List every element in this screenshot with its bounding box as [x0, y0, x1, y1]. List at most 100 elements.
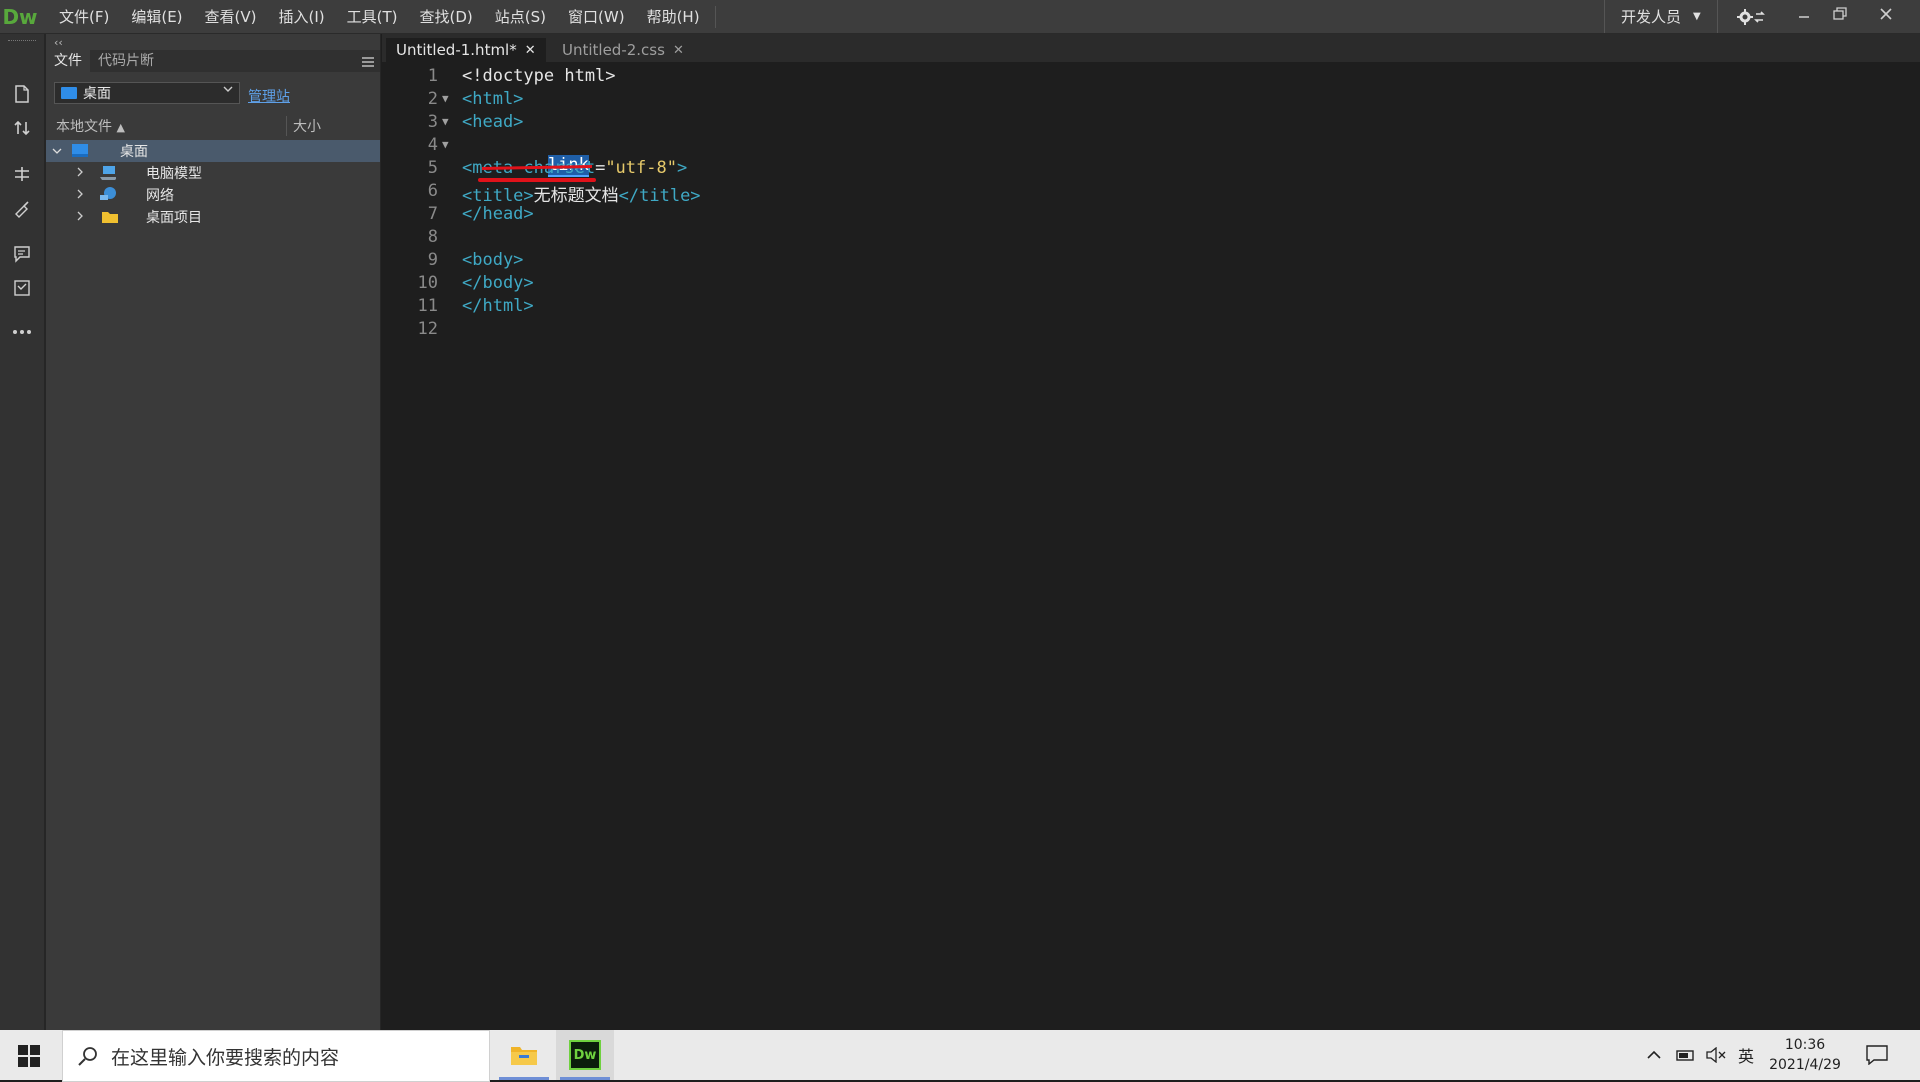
- sort-up-icon: ▲: [116, 121, 125, 134]
- tree-item-desktop-items[interactable]: 桌面项目: [46, 206, 380, 228]
- manage-sites-link[interactable]: 管理站: [248, 86, 290, 106]
- tab-snippets[interactable]: 代码片断: [90, 50, 162, 72]
- workspace-label: 开发人员: [1621, 8, 1682, 26]
- line-number: 7: [427, 204, 438, 224]
- line-number: 2: [427, 89, 438, 109]
- line-number: 5: [427, 158, 438, 178]
- dreamweaver-taskbar-icon[interactable]: Dw: [556, 1030, 614, 1080]
- code-tag-close: >: [676, 158, 688, 178]
- line-number: 1: [427, 66, 438, 86]
- collapse-icon[interactable]: ‹‹: [54, 36, 63, 49]
- transfer-icon[interactable]: [8, 114, 36, 142]
- code-line-11: </html>: [462, 296, 534, 316]
- expand-right-icon[interactable]: [76, 167, 84, 180]
- dom-tool-icon[interactable]: [8, 160, 36, 188]
- code-line-6: <title>无标题文档</title>: [462, 181, 701, 206]
- tab-label: Untitled-1.html*: [396, 41, 517, 59]
- file-explorer-icon[interactable]: [495, 1030, 553, 1080]
- code-line-10: </body>: [462, 273, 534, 293]
- expand-right-icon[interactable]: [76, 189, 84, 202]
- expand-right-icon[interactable]: [76, 211, 84, 224]
- tree-label: 桌面项目: [146, 210, 202, 226]
- menu-find[interactable]: 查找(D): [409, 6, 484, 27]
- tree-label: 电脑模型: [146, 166, 202, 182]
- expand-down-icon[interactable]: [52, 145, 62, 158]
- menu-window[interactable]: 窗口(W): [557, 6, 636, 27]
- site-select-value: 桌面: [83, 86, 111, 102]
- desktop-icon: [61, 87, 77, 99]
- new-file-icon[interactable]: [8, 80, 36, 108]
- dw-label: Dw: [569, 1040, 601, 1070]
- close-tab-icon[interactable]: ✕: [673, 43, 684, 58]
- clock[interactable]: 10:36 2021/4/29: [1769, 1030, 1841, 1080]
- menu-file[interactable]: 文件(F): [48, 6, 120, 27]
- tree-item-network[interactable]: 网络: [46, 184, 380, 206]
- review-icon[interactable]: [8, 274, 36, 302]
- line-number: 11: [417, 296, 438, 316]
- files-panel: ‹‹ 文件 代码片断 桌面 管理站 本地文件 ▲ 大小 桌面 电脑模型 网络 桌…: [46, 34, 381, 1030]
- chevron-down-icon: [223, 85, 233, 96]
- column-local-files[interactable]: 本地文件 ▲: [56, 116, 125, 136]
- windows-taskbar: 在这里输入你要搜索的内容 Dw 英 10:36 2021/4/29: [0, 1030, 1920, 1082]
- folder-icon: [102, 212, 118, 223]
- clock-date: 2021/4/29: [1769, 1057, 1841, 1073]
- tray-expand-icon[interactable]: [1646, 1030, 1662, 1080]
- windows-start-icon[interactable]: [18, 1045, 40, 1067]
- volume-muted-icon[interactable]: [1706, 1030, 1726, 1080]
- tab-untitled-2-css[interactable]: Untitled-2.css ✕: [552, 38, 694, 62]
- tree-item-computer[interactable]: 电脑模型: [46, 162, 380, 184]
- document-tabs: Untitled-1.html* ✕ Untitled-2.css ✕: [382, 34, 1920, 63]
- menu-separator: [714, 5, 716, 28]
- tab-untitled-1-html[interactable]: Untitled-1.html* ✕: [386, 38, 546, 62]
- file-column-headers: 本地文件 ▲ 大小: [46, 114, 380, 136]
- panel-grip[interactable]: [8, 40, 36, 43]
- menu-edit[interactable]: 编辑(E): [120, 6, 193, 27]
- close-window-icon[interactable]: [1868, 0, 1904, 28]
- menu-site[interactable]: 站点(S): [484, 6, 557, 27]
- line-number: 8: [427, 227, 438, 247]
- search-icon: [78, 1047, 97, 1066]
- code-equals: =: [595, 158, 606, 178]
- ime-indicator[interactable]: 英: [1738, 1030, 1754, 1080]
- minimize-icon[interactable]: [1786, 0, 1822, 28]
- column-size[interactable]: 大小: [286, 116, 321, 136]
- code-line-1: <!doctype html>: [462, 66, 616, 86]
- taskbar-search[interactable]: 在这里输入你要搜索的内容: [62, 1030, 490, 1082]
- code-line-3: <head>: [462, 112, 524, 132]
- caret-down-icon: ▼: [1693, 11, 1701, 22]
- restore-icon[interactable]: [1822, 0, 1858, 28]
- battery-icon[interactable]: [1676, 1030, 1696, 1080]
- brush-icon[interactable]: [8, 194, 36, 222]
- menu-view[interactable]: 查看(V): [194, 6, 268, 27]
- sync-settings-icon[interactable]: [1736, 0, 1766, 33]
- tab-label: Untitled-2.css: [562, 41, 665, 59]
- tab-files[interactable]: 文件: [46, 50, 90, 72]
- workspace-switcher[interactable]: 开发人员 ▼: [1604, 0, 1718, 33]
- menu-help[interactable]: 帮助(H): [636, 6, 711, 27]
- site-select[interactable]: 桌面: [54, 82, 240, 104]
- code-line-9: <body>: [462, 250, 524, 270]
- line-number: 6: [427, 181, 438, 201]
- network-icon: [100, 187, 116, 200]
- line-number: 10: [417, 273, 438, 293]
- comment-icon[interactable]: [8, 240, 36, 268]
- code-line-2: <html>: [462, 89, 524, 109]
- more-icon[interactable]: [8, 318, 36, 346]
- notification-icon[interactable]: [1866, 1030, 1888, 1080]
- menu-tools[interactable]: 工具(T): [336, 6, 409, 27]
- fold-icon[interactable]: ▼: [442, 92, 449, 105]
- panel-menu-icon[interactable]: [362, 54, 374, 67]
- close-tab-icon[interactable]: ✕: [525, 43, 536, 58]
- clock-time: 10:36: [1784, 1037, 1826, 1053]
- code-editor[interactable]: 1 2 3 4 5 6 7 8 9 10 11 12 ▼ ▼ ▼ <!docty…: [382, 62, 1920, 1030]
- fold-icon[interactable]: ▼: [442, 115, 449, 128]
- line-number: 12: [417, 319, 438, 339]
- line-number: 3: [427, 112, 438, 132]
- menu-insert[interactable]: 插入(I): [268, 6, 336, 27]
- tree-item-desktop[interactable]: 桌面: [46, 140, 380, 162]
- code-title-open: <title>: [462, 186, 534, 206]
- code-title-text: 无标题文档: [533, 186, 619, 206]
- fold-icon[interactable]: ▼: [442, 138, 449, 151]
- computer-icon: [100, 166, 116, 180]
- code-attr-value: "utf-8": [605, 158, 677, 178]
